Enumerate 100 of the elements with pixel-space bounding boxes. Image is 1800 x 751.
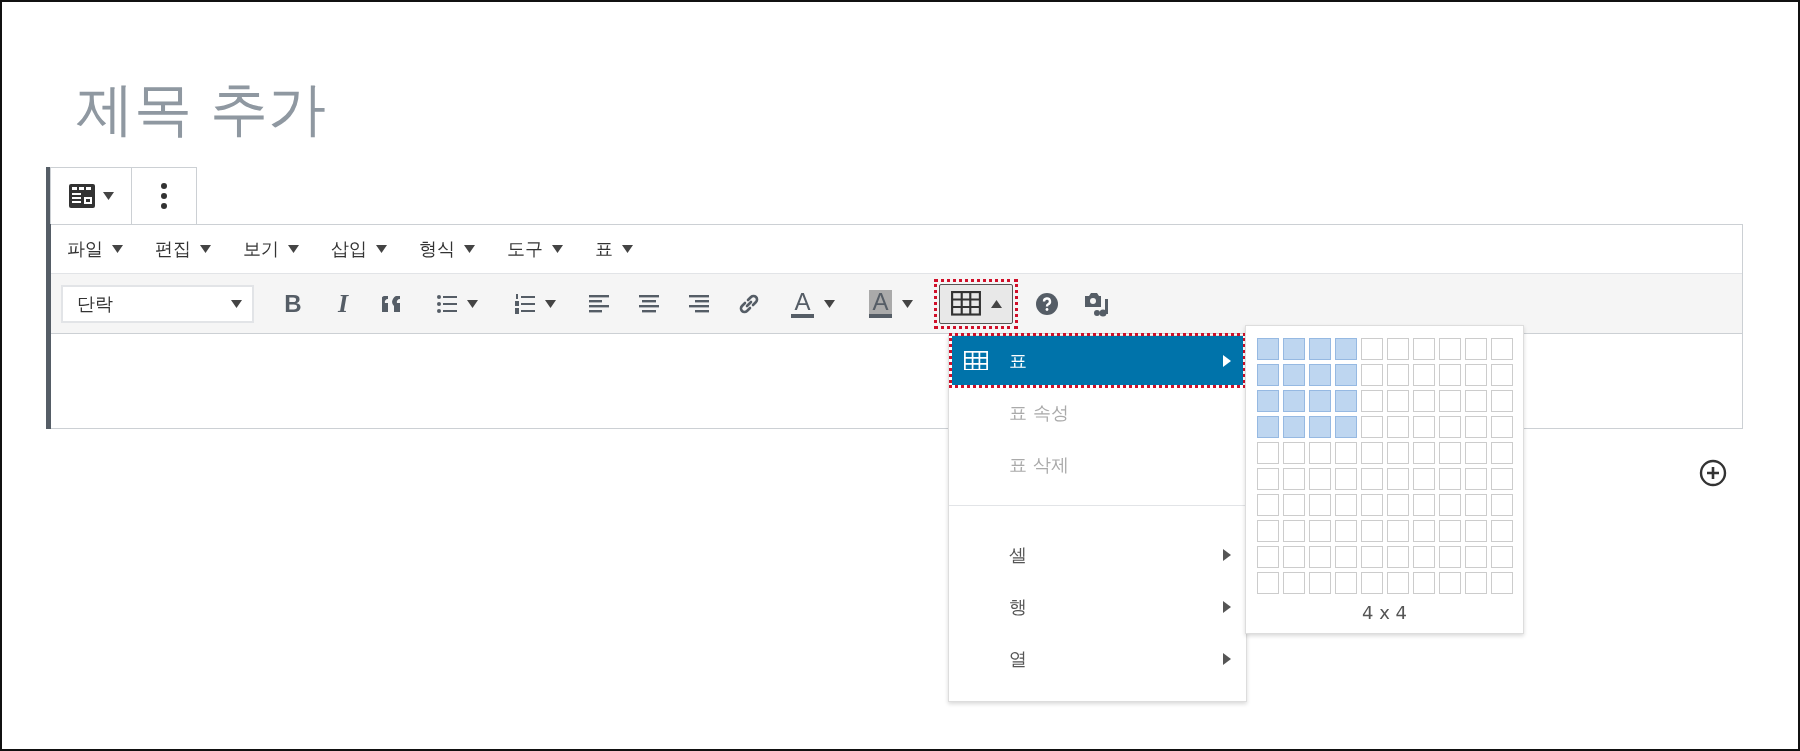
grid-cell[interactable] [1412, 442, 1435, 464]
grid-cell[interactable] [1360, 546, 1383, 568]
grid-cell[interactable] [1334, 520, 1357, 542]
menu-item[interactable]: 표 [952, 336, 1243, 385]
grid-cell[interactable] [1490, 442, 1513, 464]
grid-cell[interactable] [1308, 442, 1331, 464]
format-select[interactable]: 단락 [61, 284, 254, 323]
block-type-button[interactable] [50, 167, 132, 224]
grid-cell[interactable] [1256, 416, 1279, 438]
grid-cell[interactable] [1464, 520, 1487, 542]
grid-cell[interactable] [1308, 494, 1331, 516]
grid-cell[interactable] [1412, 364, 1435, 386]
grid-cell[interactable] [1256, 390, 1279, 412]
grid-cell[interactable] [1490, 494, 1513, 516]
grid-cell[interactable] [1360, 520, 1383, 542]
grid-cell[interactable] [1360, 364, 1383, 386]
grid-cell[interactable] [1490, 390, 1513, 412]
grid-cell[interactable] [1386, 364, 1409, 386]
grid-cell[interactable] [1438, 364, 1461, 386]
grid-cell[interactable] [1438, 572, 1461, 594]
grid-cell[interactable] [1386, 572, 1409, 594]
grid-cell[interactable] [1438, 390, 1461, 412]
grid-cell[interactable] [1334, 416, 1357, 438]
grid-cell[interactable] [1334, 390, 1357, 412]
grid-cell[interactable] [1360, 572, 1383, 594]
grid-cell[interactable] [1308, 572, 1331, 594]
grid-cell[interactable] [1282, 520, 1305, 542]
menu-item[interactable]: 삽입 [323, 237, 399, 261]
bold-button[interactable]: B [270, 283, 316, 324]
grid-cell[interactable] [1282, 546, 1305, 568]
grid-cell[interactable] [1256, 520, 1279, 542]
grid-cell[interactable] [1334, 338, 1357, 360]
grid-cell[interactable] [1256, 546, 1279, 568]
grid-cell[interactable] [1360, 442, 1383, 464]
grid-cell[interactable] [1438, 416, 1461, 438]
grid-cell[interactable] [1282, 572, 1305, 594]
grid-cell[interactable] [1490, 546, 1513, 568]
grid-cell[interactable] [1360, 338, 1383, 360]
grid-cell[interactable] [1256, 442, 1279, 464]
grid-cell[interactable] [1464, 468, 1487, 490]
grid-cell[interactable] [1334, 494, 1357, 516]
grid-cell[interactable] [1386, 546, 1409, 568]
grid-cell[interactable] [1308, 546, 1331, 568]
grid-cell[interactable] [1490, 468, 1513, 490]
text-color-button[interactable]: A [776, 283, 850, 324]
grid-cell[interactable] [1308, 390, 1331, 412]
menu-item[interactable]: 보기 [235, 237, 311, 261]
grid-cell[interactable] [1438, 338, 1461, 360]
menu-item[interactable]: 파일 [59, 237, 135, 261]
grid-cell[interactable] [1464, 390, 1487, 412]
grid-cell[interactable] [1438, 494, 1461, 516]
grid-cell[interactable] [1464, 338, 1487, 360]
grid-cell[interactable] [1386, 416, 1409, 438]
grid-cell[interactable] [1256, 468, 1279, 490]
grid-cell[interactable] [1334, 364, 1357, 386]
grid-cell[interactable] [1412, 546, 1435, 568]
grid-cell[interactable] [1282, 468, 1305, 490]
grid-cell[interactable] [1282, 364, 1305, 386]
grid-cell[interactable] [1386, 338, 1409, 360]
grid-cell[interactable] [1412, 572, 1435, 594]
grid-cell[interactable] [1386, 390, 1409, 412]
grid-cell[interactable] [1412, 468, 1435, 490]
menu-item[interactable]: 표 [587, 237, 645, 261]
grid-cell[interactable] [1256, 364, 1279, 386]
grid-cell[interactable] [1334, 572, 1357, 594]
grid-cell[interactable] [1412, 494, 1435, 516]
grid-cell[interactable] [1386, 442, 1409, 464]
grid-cell[interactable] [1490, 338, 1513, 360]
grid-cell[interactable] [1412, 338, 1435, 360]
grid-cell[interactable] [1412, 520, 1435, 542]
grid-cell[interactable] [1464, 416, 1487, 438]
grid-cell[interactable] [1438, 442, 1461, 464]
grid-cell[interactable] [1308, 364, 1331, 386]
grid-cell[interactable] [1490, 364, 1513, 386]
grid-cell[interactable] [1464, 546, 1487, 568]
grid-cell[interactable] [1256, 494, 1279, 516]
grid-cell[interactable] [1256, 338, 1279, 360]
grid-cell[interactable] [1438, 520, 1461, 542]
more-options-button[interactable] [131, 167, 197, 224]
grid-cell[interactable] [1438, 468, 1461, 490]
grid-cell[interactable] [1334, 468, 1357, 490]
grid-cell[interactable] [1308, 468, 1331, 490]
grid-cell[interactable] [1360, 468, 1383, 490]
grid-cell[interactable] [1412, 390, 1435, 412]
grid-cell[interactable] [1360, 416, 1383, 438]
grid-cell[interactable] [1282, 390, 1305, 412]
grid-cell[interactable] [1386, 520, 1409, 542]
grid-cell[interactable] [1256, 572, 1279, 594]
menu-item[interactable]: 형식 [411, 237, 487, 261]
grid-cell[interactable] [1308, 416, 1331, 438]
grid-cell[interactable] [1308, 520, 1331, 542]
grid-cell[interactable] [1360, 494, 1383, 516]
grid-cell[interactable] [1282, 494, 1305, 516]
grid-cell[interactable] [1412, 416, 1435, 438]
menu-item[interactable]: 도구 [499, 237, 575, 261]
grid-cell[interactable] [1282, 416, 1305, 438]
grid-cell[interactable] [1334, 546, 1357, 568]
grid-cell[interactable] [1360, 390, 1383, 412]
grid-cell[interactable] [1490, 416, 1513, 438]
grid-cell[interactable] [1464, 442, 1487, 464]
